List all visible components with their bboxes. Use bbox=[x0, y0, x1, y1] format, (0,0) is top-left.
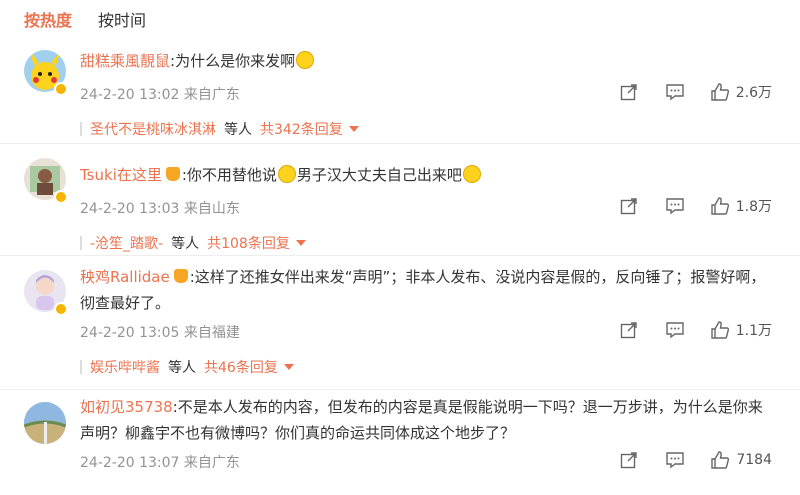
reply-others-label: 等人 bbox=[168, 360, 196, 376]
comment-item: 秧鸡Rallidae:这样了还推女伴出来发“声明”；非本人发布、没说内容是假的，… bbox=[0, 256, 800, 390]
like-count: 2.6万 bbox=[735, 85, 772, 101]
thumbs-up-icon bbox=[711, 197, 729, 215]
comment-icon[interactable] bbox=[664, 319, 686, 341]
reply-divider bbox=[80, 122, 82, 136]
share-icon[interactable] bbox=[618, 319, 640, 341]
reply-count[interactable]: 共108条回复 bbox=[207, 233, 290, 253]
comment-list: 甜糕乘風靚鼠:为什么是你来发啊 24-2-20 13:02 来自广东 2.6万 … bbox=[0, 38, 800, 495]
comment-author[interactable]: 如初见35738 bbox=[80, 398, 173, 416]
thumbs-up-icon bbox=[711, 321, 729, 339]
like-button[interactable]: 1.1万 bbox=[710, 320, 772, 340]
share-icon[interactable] bbox=[618, 195, 640, 217]
comment-time: 24-2-20 13:07 bbox=[80, 455, 180, 471]
comment-actions: 1.8万 bbox=[594, 195, 772, 217]
comment-body: :为什么是你来发啊 bbox=[170, 52, 296, 70]
laugh-cry-emoji-icon bbox=[296, 51, 315, 69]
comment-body: :你不用替他说 bbox=[181, 166, 277, 184]
comment-icon[interactable] bbox=[664, 195, 686, 217]
vip-badge-icon bbox=[54, 82, 68, 96]
comment-actions: 7184 bbox=[594, 449, 772, 471]
sort-tabs: 按热度 按时间 bbox=[24, 8, 146, 34]
reply-summary[interactable]: -沧笙_踏歌- 等人 共108条回复 bbox=[80, 233, 306, 253]
comment-author[interactable]: Tsuki在这里 bbox=[80, 166, 162, 184]
reply-divider bbox=[80, 360, 82, 374]
tab-sort-time[interactable]: 按时间 bbox=[98, 8, 146, 34]
reply-author[interactable]: 娱乐哔哔酱 bbox=[90, 357, 160, 377]
comment-author[interactable]: 甜糕乘風靚鼠 bbox=[80, 52, 170, 70]
vip-badge-icon bbox=[54, 302, 68, 316]
comment-location: 来自福建 bbox=[183, 325, 240, 341]
reply-author[interactable]: -沧笙_踏歌- bbox=[90, 233, 163, 253]
reply-summary[interactable]: 圣代不是桃味冰淇淋 等人 共342条回复 bbox=[80, 119, 359, 139]
comment-meta: 24-2-20 13:02 来自广东 bbox=[80, 84, 240, 104]
like-count: 1.1万 bbox=[735, 323, 772, 339]
comment-time: 24-2-20 13:03 bbox=[80, 201, 180, 217]
comment-actions: 2.6万 bbox=[594, 81, 772, 103]
comment-location: 来自广东 bbox=[183, 87, 240, 103]
reply-summary[interactable]: 娱乐哔哔酱 等人 共46条回复 bbox=[80, 357, 294, 377]
crown-badge-icon bbox=[165, 167, 180, 181]
comment-meta: 24-2-20 13:03 来自山东 bbox=[80, 198, 240, 218]
comment-text: 如初见35738:不是本人发布的内容，但发布的内容是真是假能说明一下吗？退一万步… bbox=[80, 394, 770, 446]
comment-location: 来自广东 bbox=[183, 455, 240, 471]
share-icon[interactable] bbox=[618, 449, 640, 471]
comment-meta: 24-2-20 13:07 来自广东 bbox=[80, 452, 240, 472]
comment-time: 24-2-20 13:02 bbox=[80, 87, 180, 103]
vip-badge-icon bbox=[54, 190, 68, 204]
laugh-cry-emoji-icon bbox=[277, 165, 296, 183]
comment-body: :不是本人发布的内容，但发布的内容是真是假能说明一下吗？退一万步讲，为什么是你来… bbox=[80, 398, 763, 442]
comment-icon[interactable] bbox=[664, 449, 686, 471]
chevron-down-icon bbox=[283, 364, 294, 370]
comment-icon[interactable] bbox=[664, 81, 686, 103]
comment-actions: 1.1万 bbox=[594, 319, 772, 341]
chevron-down-icon bbox=[295, 240, 306, 246]
share-icon[interactable] bbox=[618, 81, 640, 103]
reply-others-label: 等人 bbox=[224, 122, 252, 138]
reply-divider bbox=[80, 236, 82, 250]
like-button[interactable]: 7184 bbox=[710, 450, 772, 470]
crown-badge-icon bbox=[173, 269, 188, 283]
avatar[interactable] bbox=[24, 402, 66, 444]
thumbs-up-icon bbox=[711, 83, 729, 101]
comment-author[interactable]: 秧鸡Rallidae bbox=[80, 268, 170, 286]
reply-others-label: 等人 bbox=[171, 236, 200, 252]
comment-item: 如初见35738:不是本人发布的内容，但发布的内容是真是假能说明一下吗？退一万步… bbox=[0, 390, 800, 495]
like-button[interactable]: 1.8万 bbox=[710, 196, 772, 216]
like-count: 1.8万 bbox=[735, 199, 772, 215]
comment-text: Tsuki在这里 :你不用替他说 男子汉大丈夫自己出来吧 bbox=[80, 162, 770, 188]
tab-sort-hot[interactable]: 按热度 bbox=[24, 8, 72, 34]
comment-time: 24-2-20 13:05 bbox=[80, 325, 180, 341]
comment-text: 甜糕乘風靚鼠:为什么是你来发啊 bbox=[80, 48, 770, 74]
comment-text: 秧鸡Rallidae:这样了还推女伴出来发“声明”；非本人发布、没说内容是假的，… bbox=[80, 264, 770, 316]
reply-author[interactable]: 圣代不是桃味冰淇淋 bbox=[90, 119, 216, 139]
comment-body-continued: 男子汉大丈夫自己出来吧 bbox=[296, 166, 462, 184]
comment-meta: 24-2-20 13:05 来自福建 bbox=[80, 322, 240, 342]
thumbs-up-icon bbox=[711, 451, 730, 469]
laugh-cry-emoji-icon bbox=[462, 165, 481, 183]
chevron-down-icon bbox=[348, 126, 359, 132]
comment-item: Tsuki在这里 :你不用替他说 男子汉大丈夫自己出来吧 24-2-20 13:03… bbox=[0, 144, 800, 256]
comment-item: 甜糕乘風靚鼠:为什么是你来发啊 24-2-20 13:02 来自广东 2.6万 … bbox=[0, 38, 800, 144]
reply-count[interactable]: 共342条回复 bbox=[260, 119, 343, 139]
like-button[interactable]: 2.6万 bbox=[710, 82, 772, 102]
comment-location: 来自山东 bbox=[183, 201, 240, 217]
like-count: 7184 bbox=[736, 452, 772, 468]
reply-count[interactable]: 共46条回复 bbox=[204, 357, 278, 377]
